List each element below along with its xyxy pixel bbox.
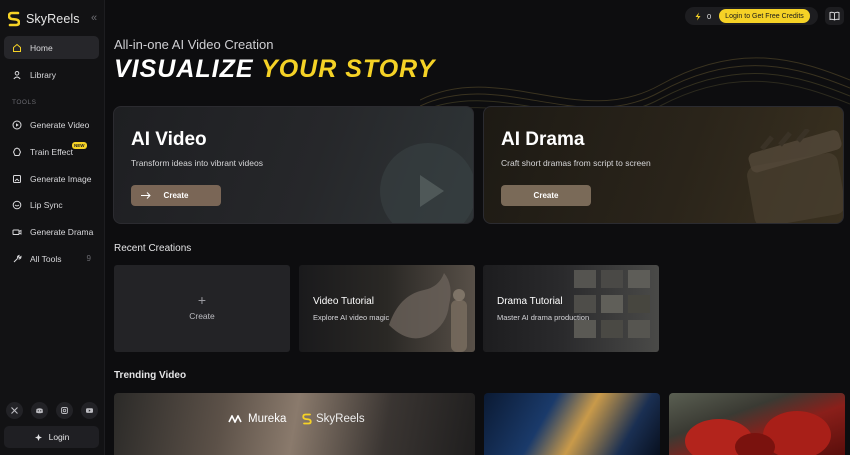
sidebar-item-label: Generate Drama [30, 226, 94, 237]
partner-name: Mureka [248, 413, 287, 425]
sidebar-item-train-effect[interactable]: Train Effect NEW [4, 140, 99, 163]
user-icon [13, 70, 21, 79]
instagram-icon[interactable] [56, 402, 73, 419]
trending-video-card[interactable] [484, 393, 660, 455]
tools-heading: TOOLS [12, 99, 37, 106]
new-creation-tile[interactable]: + Create [114, 265, 290, 352]
image-icon [13, 174, 21, 183]
ai-video-create-button[interactable]: Create [131, 185, 221, 206]
sidebar-item-lip-sync[interactable]: Lip Sync [4, 193, 99, 216]
tile-subtitle: Explore AI video magic [313, 313, 390, 322]
sidebar-item-generate-image[interactable]: Generate Image [4, 167, 99, 190]
sidebar-item-library[interactable]: Library [4, 63, 99, 86]
partner-name: SkyReels [316, 413, 365, 425]
camera-icon [12, 229, 22, 235]
sidebar: SkyReels « Home Library TOOLS Generate V… [0, 0, 105, 455]
login-icon [34, 433, 42, 441]
ai-drama-create-button[interactable]: Create [501, 185, 591, 206]
sidebar-item-home[interactable]: Home [4, 36, 99, 59]
tile-title: Drama Tutorial [497, 296, 563, 307]
home-icon [13, 43, 21, 52]
x-icon[interactable] [6, 402, 23, 419]
trending-video-heading: Trending Video [114, 370, 187, 381]
film-strip-thumbnail [574, 270, 650, 338]
arrow-right-icon [141, 192, 151, 199]
card-description: Transform ideas into vibrant videos [131, 158, 263, 168]
login-label: Login [48, 432, 70, 442]
book-icon[interactable] [825, 7, 844, 25]
create-label: Create [189, 311, 215, 321]
skyreels-logo-icon [8, 11, 20, 27]
bolt-icon [695, 12, 701, 20]
clapperboard-decoration-icon [747, 129, 843, 223]
sidebar-item-generate-drama[interactable]: Generate Drama [4, 220, 99, 243]
play-circle-icon [12, 120, 22, 129]
tile-subtitle: Master AI drama production [497, 313, 590, 322]
card-title: AI Drama [501, 129, 585, 150]
youtube-icon[interactable] [81, 402, 98, 419]
ai-drama-card[interactable]: AI Drama Craft short dramas from script … [483, 106, 844, 224]
new-badge: NEW [72, 142, 87, 149]
headline-yellow: YOUR STORY [261, 55, 436, 83]
red-object-thumbnail [685, 411, 831, 455]
headline-white: VISUALIZE [114, 55, 262, 83]
chevrons-left-icon[interactable]: « [91, 12, 97, 24]
brand-name: SkyReels [26, 12, 80, 26]
sidebar-item-label: Generate Video [30, 119, 90, 130]
sidebar-item-label: All Tools [30, 253, 62, 264]
drama-tutorial-tile[interactable]: Drama Tutorial Master AI drama productio… [483, 265, 659, 352]
mureka-mark-icon [228, 415, 242, 423]
card-description: Craft short dramas from script to screen [501, 158, 651, 168]
lips-icon [12, 200, 22, 209]
login-button[interactable]: Login [4, 426, 99, 448]
all-tools-count: 9 [86, 254, 91, 263]
video-tutorial-tile[interactable]: Video Tutorial Explore AI video magic [299, 265, 475, 352]
card-title: AI Video [131, 129, 207, 150]
hero-headline: VISUALIZE YOUR STORY [114, 55, 435, 84]
tile-title: Video Tutorial [313, 296, 374, 307]
sidebar-item-label: Home [30, 42, 53, 53]
create-label: Create [533, 191, 559, 200]
play-decoration-icon [380, 143, 473, 223]
discord-icon[interactable] [31, 402, 48, 419]
trending-video-card[interactable]: Mureka SkyReels [114, 393, 475, 455]
credits-value: 0 [707, 11, 712, 21]
sidebar-item-label: Library [30, 69, 56, 80]
ai-video-card[interactable]: AI Video Transform ideas into vibrant vi… [113, 106, 474, 224]
wrench-icon [13, 254, 22, 262]
recent-creations-heading: Recent Creations [114, 243, 192, 254]
trending-video-card[interactable] [669, 393, 845, 455]
sidebar-item-all-tools[interactable]: All Tools 9 [4, 247, 99, 270]
dragon-thumbnail [389, 273, 467, 352]
create-label: Create [163, 191, 189, 200]
sidebar-item-label: Generate Image [30, 173, 92, 184]
skyreels-partner-logo: SkyReels [302, 413, 365, 425]
get-credits-button[interactable]: Login to Get Free Credits [719, 9, 810, 23]
plus-icon: + [197, 292, 207, 308]
mureka-logo: Mureka [228, 413, 286, 425]
sparkle-icon [12, 146, 22, 156]
hero-subtitle: All-in-one AI Video Creation [114, 37, 274, 52]
credits-pill: 0 Login to Get Free Credits [685, 7, 818, 25]
sidebar-item-label: Train Effect [30, 146, 73, 157]
brand[interactable]: SkyReels [8, 10, 80, 28]
social-links [6, 402, 98, 419]
skyreels-mark-icon [302, 413, 312, 425]
sidebar-item-generate-video[interactable]: Generate Video [4, 113, 99, 136]
sidebar-item-label: Lip Sync [30, 199, 63, 210]
